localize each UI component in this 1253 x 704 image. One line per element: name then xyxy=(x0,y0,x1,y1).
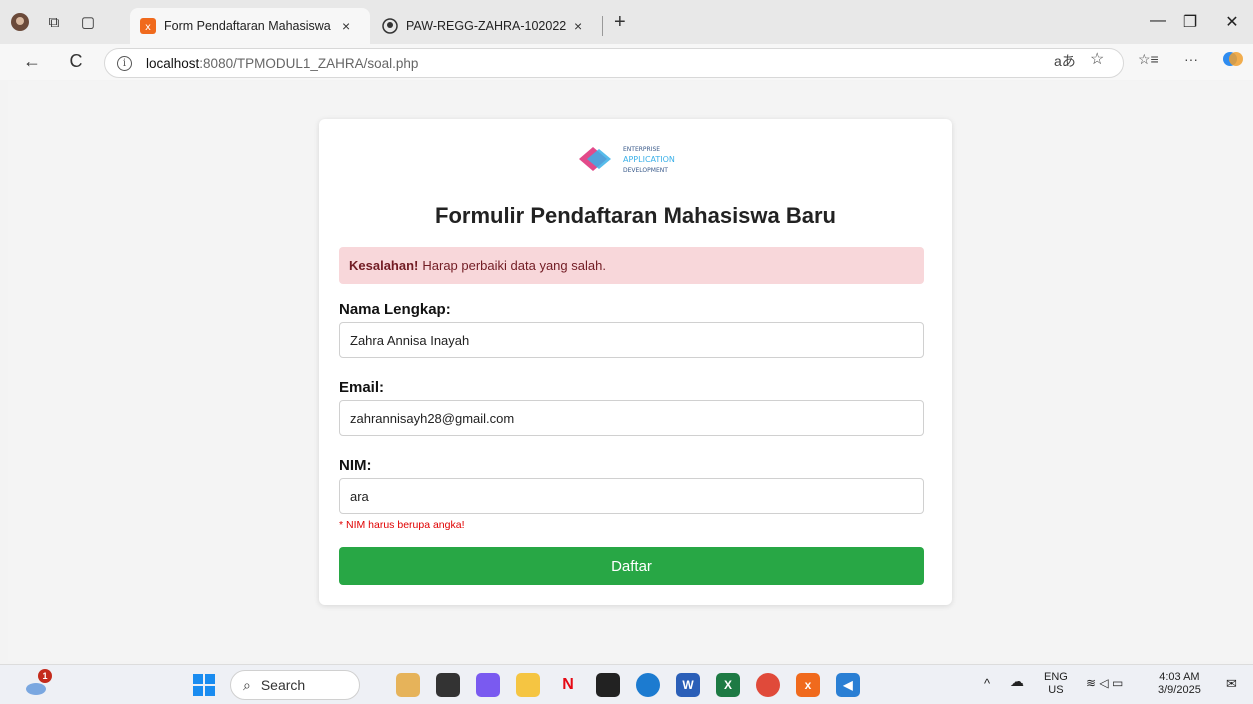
browser-navigation-bar: ← C i localhost:8080/TPMODUL1_ZAHRA/soal… xyxy=(0,44,1253,80)
tab-title: Form Pendaftaran Mahasiswa Baru xyxy=(164,19,334,33)
read-aloud-icon[interactable]: aあ xyxy=(1054,51,1076,71)
daftar-button[interactable]: Daftar xyxy=(339,547,924,585)
search-icon: ⌕ xyxy=(243,676,251,693)
alert-strong: Kesalahan! xyxy=(349,258,419,273)
back-button[interactable]: ← xyxy=(20,51,44,72)
tray-chevron-icon[interactable]: ^ xyxy=(984,677,990,690)
copilot-app-icon[interactable] xyxy=(476,673,500,697)
vscode-icon[interactable]: ◀ xyxy=(836,673,860,697)
app-circle-icon[interactable] xyxy=(596,673,620,697)
weather-badge: 1 xyxy=(38,669,52,683)
close-window-button[interactable]: ✕ xyxy=(1222,12,1242,32)
tab-separator xyxy=(602,16,603,36)
logo-line-1: ENTERPRISE xyxy=(623,146,660,153)
refresh-button[interactable]: C xyxy=(64,51,88,72)
email-label: Email: xyxy=(339,379,385,396)
address-path: :8080/TPMODUL1_ZAHRA/soal.php xyxy=(199,55,419,71)
windows-start-icon[interactable] xyxy=(192,673,216,697)
github-favicon-icon xyxy=(382,18,398,34)
lang-top: ENG xyxy=(1044,671,1068,683)
address-bar[interactable]: i localhost:8080/TPMODUL1_ZAHRA/soal.php xyxy=(104,48,1124,78)
new-tab-button[interactable]: + xyxy=(614,12,626,32)
search-label: Search xyxy=(260,677,306,693)
tab-title: PAW-REGG-ZAHRA-1020223302715 xyxy=(406,19,566,33)
nim-error-text: * NIM harus berupa angka! xyxy=(339,519,465,531)
wifi-sound-battery-icon[interactable]: ≋ ◁ ▭ xyxy=(1086,677,1123,690)
widgets-app-icon[interactable] xyxy=(396,673,420,697)
site-info-icon[interactable]: i xyxy=(117,55,132,71)
favorites-bar-icon[interactable]: ☆≡ xyxy=(1138,51,1159,68)
nim-label: NIM: xyxy=(339,457,372,474)
tab-form-pendaftaran[interactable]: x Form Pendaftaran Mahasiswa Baru × xyxy=(130,8,370,44)
enterprise-app-dev-logo: ENTERPRISE APPLICATION DEVELOPMENT xyxy=(579,141,689,177)
file-explorer-icon[interactable] xyxy=(516,673,540,697)
email-input[interactable] xyxy=(339,400,924,436)
page-viewport: ENTERPRISE APPLICATION DEVELOPMENT Formu… xyxy=(8,81,1253,661)
registration-card: ENTERPRISE APPLICATION DEVELOPMENT Formu… xyxy=(319,119,952,605)
favorite-star-icon[interactable]: ☆ xyxy=(1090,49,1104,69)
logo-line-2: APPLICATION xyxy=(623,155,675,164)
browser-title-bar: ⧉ ▢ x Form Pendaftaran Mahasiswa Baru × … xyxy=(0,0,1253,44)
alert-message: Harap perbaiki data yang salah. xyxy=(422,258,606,273)
more-options-icon[interactable]: ··· xyxy=(1184,51,1198,67)
xampp-favicon-icon: x xyxy=(140,18,156,34)
error-alert: Kesalahan! Harap perbaiki data yang sala… xyxy=(339,247,924,284)
nim-input[interactable] xyxy=(339,478,924,514)
minimize-button[interactable]: — xyxy=(1148,12,1168,30)
logo-line-3: DEVELOPMENT xyxy=(623,167,668,174)
svg-text:x: x xyxy=(145,22,151,33)
task-view-icon[interactable] xyxy=(436,673,460,697)
restore-button[interactable]: ❐ xyxy=(1180,12,1200,32)
clock[interactable]: 4:03 AM 3/9/2025 xyxy=(1158,671,1201,697)
netflix-icon[interactable]: N xyxy=(556,673,580,697)
lang-bottom: US xyxy=(1048,684,1064,696)
copilot-icon[interactable] xyxy=(1222,48,1244,73)
tab-actions-icon[interactable]: ▢ xyxy=(78,12,98,32)
address-host: localhost xyxy=(146,55,200,71)
windows-taskbar: 1 ⌕ Search N W X x ◀ ^ ☁ ENG US ≋ ◁ ▭ 4:… xyxy=(0,664,1253,704)
excel-icon[interactable]: X xyxy=(716,673,740,697)
tab-close-icon[interactable]: × xyxy=(342,18,350,34)
language-indicator[interactable]: ENG US xyxy=(1044,671,1068,697)
tab-close-icon[interactable]: × xyxy=(574,18,582,34)
workspaces-icon[interactable]: ⧉ xyxy=(44,12,64,32)
profile-avatar-icon[interactable] xyxy=(10,12,30,32)
taskbar-search[interactable]: ⌕ Search xyxy=(230,670,360,700)
clock-time: 4:03 AM xyxy=(1159,671,1200,683)
tab-github-repo[interactable]: PAW-REGG-ZAHRA-1020223302715 × xyxy=(372,8,600,44)
nama-input[interactable] xyxy=(339,322,924,358)
edge-browser-icon[interactable] xyxy=(636,673,660,697)
word-icon[interactable]: W xyxy=(676,673,700,697)
notifications-icon[interactable]: ✉ xyxy=(1226,677,1237,690)
clock-date: 3/9/2025 xyxy=(1158,684,1201,696)
nama-label: Nama Lengkap: xyxy=(339,301,451,318)
chrome-icon[interactable] xyxy=(756,673,780,697)
onedrive-icon[interactable]: ☁ xyxy=(1010,674,1024,688)
page-title: Formulir Pendaftaran Mahasiswa Baru xyxy=(435,203,836,228)
xampp-icon[interactable]: x xyxy=(796,673,820,697)
